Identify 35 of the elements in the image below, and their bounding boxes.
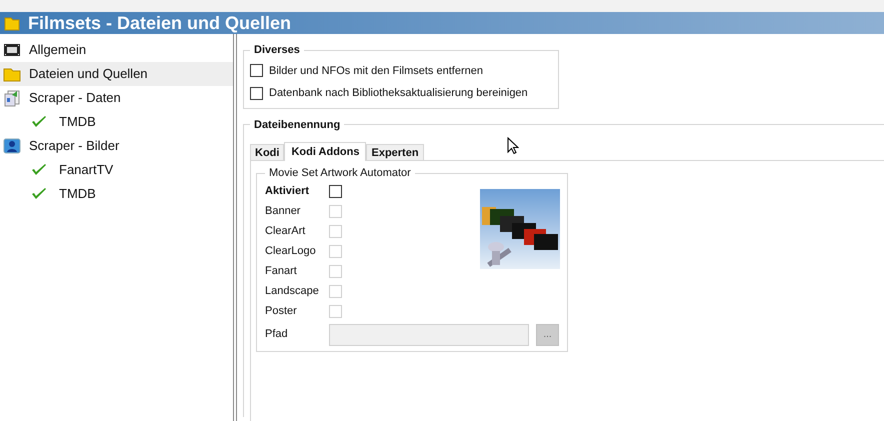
page-title: Filmsets - Dateien und Quellen	[28, 12, 292, 34]
tab[interactable]: Kodi	[250, 144, 284, 160]
sidebar-item[interactable]: TMDB	[0, 110, 233, 134]
checkbox[interactable]	[329, 185, 342, 198]
sidebar-item[interactable]: TMDB	[0, 182, 233, 206]
tab[interactable]: Kodi Addons	[284, 142, 366, 161]
sidebar-item[interactable]: FanartTV	[0, 158, 233, 182]
checkbox[interactable]	[250, 86, 263, 100]
film-icon	[3, 41, 21, 59]
documents-icon	[3, 89, 21, 107]
group-title: Movie Set Artwork Automator	[268, 166, 412, 181]
checkbox-label: ClearArt	[265, 224, 306, 240]
checkbox-label: ClearLogo	[265, 244, 317, 260]
checkbox-label: Fanart	[265, 264, 298, 280]
checkbox-label: Aktiviert	[265, 184, 310, 200]
checkbox[interactable]	[250, 64, 263, 78]
group-title: Diverses	[253, 43, 301, 58]
tab[interactable]: Experten	[366, 144, 424, 160]
mouse-cursor-icon	[507, 137, 519, 155]
sidebar-item[interactable]: Allgemein	[0, 38, 233, 62]
sidebar-item[interactable]: Scraper - Daten	[0, 86, 233, 110]
checkbox-label: Bilder und NFOs mit den Filmsets entfernen	[269, 64, 483, 78]
checkbox-label: Datenbank nach Bibliotheksaktualisierung bereinigen	[269, 86, 528, 101]
folder-icon	[4, 15, 20, 31]
checkmark-icon	[31, 186, 47, 202]
checkmark-icon	[31, 162, 47, 178]
checkbox-label: Banner	[265, 204, 302, 220]
person-image-icon	[3, 137, 21, 155]
sidebar-item[interactable]: Dateien und Quellen	[0, 62, 233, 86]
checkbox-label: Poster	[265, 304, 298, 320]
checkmark-icon	[31, 114, 47, 130]
group-title: Dateibenennung	[253, 118, 342, 132]
sidebar-item[interactable]: Scraper - Bilder	[0, 134, 233, 158]
checkbox-label: Landscape	[265, 284, 320, 300]
path-label: Pfad	[265, 327, 289, 342]
